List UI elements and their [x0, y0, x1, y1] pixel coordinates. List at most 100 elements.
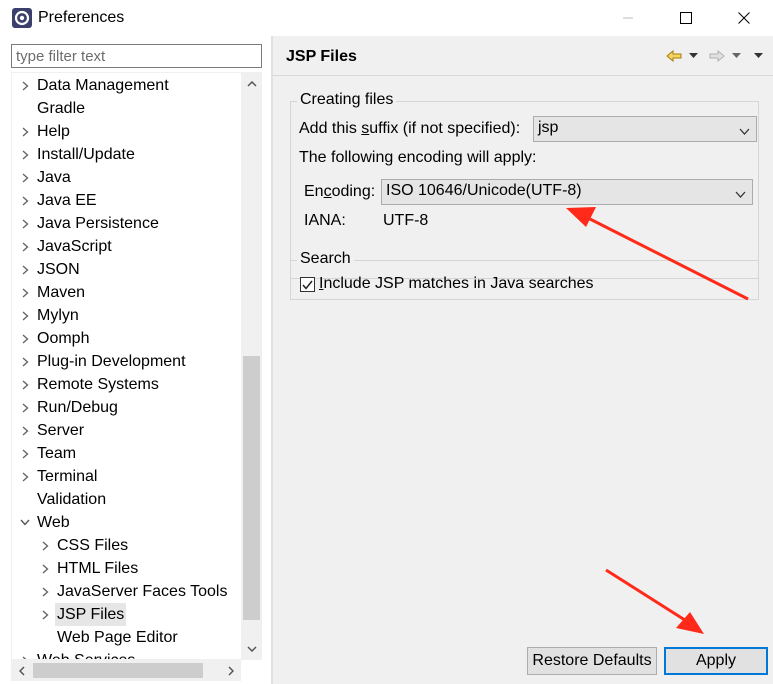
tree-item[interactable]: JSON — [12, 258, 242, 281]
chevron-right-icon[interactable] — [19, 166, 31, 189]
include-jsp-checkbox[interactable] — [300, 277, 315, 292]
apply-button[interactable]: Apply — [664, 647, 768, 675]
chevron-right-icon[interactable] — [19, 465, 31, 488]
suffix-combo[interactable]: jsp — [533, 116, 757, 142]
tree-item-label: Help — [37, 123, 70, 140]
tree-item[interactable]: Mylyn — [12, 304, 242, 327]
encoding-combo[interactable]: ISO 10646/Unicode(UTF-8) — [381, 179, 753, 205]
tree-item-label: Web — [37, 514, 70, 531]
forward-arrow-icon[interactable] — [709, 47, 725, 65]
filter-input[interactable] — [11, 44, 262, 68]
tree-item[interactable]: Java Persistence — [12, 212, 242, 235]
tree-item[interactable]: JavaServer Faces Tools — [12, 580, 242, 603]
chevron-right-icon[interactable] — [39, 580, 51, 603]
chevron-right-icon[interactable] — [19, 442, 31, 465]
title-bar: Preferences — [0, 0, 773, 36]
tree-item[interactable]: Validation — [12, 488, 242, 511]
tree-item[interactable]: Web Services — [12, 649, 242, 659]
eclipse-app-icon — [12, 8, 32, 28]
search-group-title: Search — [297, 250, 354, 268]
restore-defaults-button[interactable]: Restore Defaults — [527, 647, 657, 675]
tree-item[interactable]: Oomph — [12, 327, 242, 350]
tree-item[interactable]: Team — [12, 442, 242, 465]
tree-item[interactable]: Help — [12, 120, 242, 143]
tree-item[interactable]: Web — [12, 511, 242, 534]
scroll-right-icon[interactable] — [222, 662, 239, 679]
maximize-button[interactable] — [663, 0, 709, 36]
tree-item[interactable]: Java EE — [12, 189, 242, 212]
tree-vertical-scrollbar[interactable] — [241, 72, 262, 660]
suffix-label: Add this suffix (if not specified): — [299, 120, 521, 137]
tree-item[interactable]: Terminal — [12, 465, 242, 488]
chevron-down-icon[interactable] — [19, 511, 31, 534]
scroll-down-icon[interactable] — [243, 640, 260, 657]
chevron-right-icon[interactable] — [19, 281, 31, 304]
scroll-left-icon[interactable] — [13, 662, 30, 679]
tree-item[interactable]: Server — [12, 419, 242, 442]
encoding-value: ISO 10646/Unicode(UTF-8) — [386, 182, 582, 199]
chevron-down-icon — [739, 122, 750, 140]
chevron-right-icon[interactable] — [19, 419, 31, 442]
tree-item[interactable]: Web Page Editor — [12, 626, 242, 649]
chevron-right-icon[interactable] — [19, 649, 31, 659]
chevron-right-icon[interactable] — [19, 327, 31, 350]
tree-item[interactable]: Java — [12, 166, 242, 189]
close-button[interactable] — [721, 0, 767, 36]
scroll-up-icon[interactable] — [243, 75, 260, 92]
chevron-right-icon[interactable] — [39, 534, 51, 557]
tree-item-label: Mylyn — [37, 307, 79, 324]
chevron-right-icon[interactable] — [39, 603, 51, 626]
chevron-right-icon[interactable] — [39, 557, 51, 580]
chevron-right-icon[interactable] — [19, 143, 31, 166]
chevron-down-icon — [735, 185, 746, 203]
tree-item-label: Gradle — [37, 100, 86, 117]
tree-item-label: Java — [37, 169, 71, 186]
chevron-right-icon[interactable] — [19, 396, 31, 419]
tree-item-label: Maven — [37, 284, 86, 301]
tree-item-label: Web Page Editor — [57, 629, 178, 646]
tree-item-label: CSS Files — [57, 537, 129, 554]
tree-item[interactable]: HTML Files — [12, 557, 242, 580]
preference-page: JSP Files Creating files Add this suffix… — [273, 36, 773, 684]
preference-tree: Data Management Gradle Help Install/Update J… — [11, 72, 262, 660]
tree-item[interactable]: Remote Systems — [12, 373, 242, 396]
tree-horizontal-scrollbar[interactable] — [11, 660, 241, 681]
tree-item[interactable]: CSS Files — [12, 534, 242, 557]
tree-item[interactable]: Maven — [12, 281, 242, 304]
tree-item-label: Web Services — [37, 649, 135, 659]
include-jsp-label[interactable]: Include JSP matches in Java searches — [319, 275, 594, 293]
tree-item-label: JSP Files — [55, 603, 127, 626]
chevron-right-icon[interactable] — [19, 120, 31, 143]
back-menu-chevron-down-icon[interactable] — [689, 47, 698, 65]
chevron-right-icon[interactable] — [19, 373, 31, 396]
chevron-right-icon[interactable] — [19, 74, 31, 97]
tree-item[interactable]: JSP Files — [12, 603, 242, 626]
chevron-right-icon[interactable] — [19, 304, 31, 327]
horizontal-scroll-thumb[interactable] — [33, 663, 203, 678]
tree-item[interactable]: Plug-in Development — [12, 350, 242, 373]
tree-item-label: JSON — [37, 261, 80, 278]
forward-menu-chevron-down-icon[interactable] — [732, 47, 741, 65]
tree-item-label: JavaScript — [37, 238, 112, 255]
back-arrow-icon[interactable] — [666, 47, 682, 65]
tree-item[interactable]: Data Management — [12, 74, 242, 97]
tree-item-label: Oomph — [37, 330, 90, 347]
chevron-right-icon[interactable] — [19, 258, 31, 281]
chevron-right-icon[interactable] — [19, 189, 31, 212]
tree-item-label: HTML Files — [57, 560, 139, 577]
chevron-right-icon[interactable] — [19, 235, 31, 258]
tree-item[interactable]: Gradle — [12, 97, 242, 120]
tree-item[interactable]: JavaScript — [12, 235, 242, 258]
tree-item-label: Team — [37, 445, 77, 462]
chevron-right-icon[interactable] — [19, 350, 31, 373]
tree-item-label: JavaServer Faces Tools — [57, 583, 228, 600]
creating-files-group-title: Creating files — [297, 91, 397, 109]
chevron-right-icon[interactable] — [19, 212, 31, 235]
minimize-button[interactable] — [605, 0, 651, 36]
encoding-label: Encoding: — [304, 183, 376, 200]
vertical-scroll-thumb[interactable] — [243, 356, 260, 620]
tree-item-label: Terminal — [37, 468, 98, 485]
tree-item[interactable]: Run/Debug — [12, 396, 242, 419]
tree-item[interactable]: Install/Update — [12, 143, 242, 166]
view-menu-chevron-down-icon[interactable] — [754, 47, 763, 65]
